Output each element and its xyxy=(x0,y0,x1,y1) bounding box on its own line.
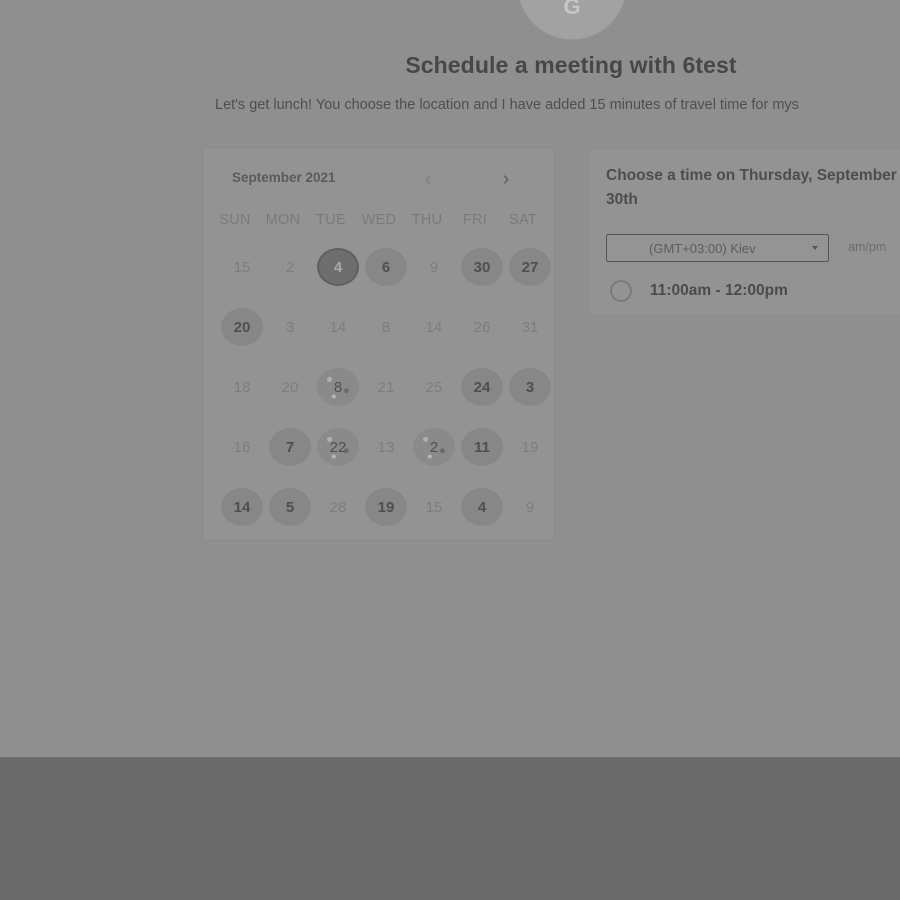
calendar-day: 26 xyxy=(473,318,491,336)
calendar-day[interactable]: 6 xyxy=(365,248,407,286)
calendar-day: 20 xyxy=(281,378,299,396)
weekday-header: SUN MON TUE WED THU FRI SAT xyxy=(211,212,547,228)
calendar-day: 2 xyxy=(285,258,295,276)
calendar-day[interactable]: 19 xyxy=(365,488,407,526)
time-format-toggle[interactable]: am/pm xyxy=(848,240,886,254)
calendar-day: 8 xyxy=(381,318,391,336)
calendar-day[interactable]: 11 xyxy=(461,428,503,466)
calendar-day[interactable]: 3 xyxy=(509,368,551,406)
time-panel-heading: Choose a time on Thursday, September 30t… xyxy=(606,167,897,208)
avatar-glyph: G xyxy=(563,0,581,19)
meeting-description: Let's get lunch! You choose the location… xyxy=(215,97,799,113)
chevron-left-icon[interactable]: ‹ xyxy=(416,169,440,191)
calendar-day: 28 xyxy=(329,498,347,516)
calendar-day: 16 xyxy=(233,438,251,456)
weekday-label: SUN xyxy=(219,212,251,228)
weekday-label: SAT xyxy=(508,212,538,228)
calendar-day: 15 xyxy=(425,498,443,516)
calendar-day: 3 xyxy=(285,318,295,336)
calendar-month-label: September 2021 xyxy=(232,170,336,185)
calendar-day[interactable]: 4 xyxy=(461,488,503,526)
calendar-day[interactable]: 5 xyxy=(269,488,311,526)
calendar-day: 18 xyxy=(233,378,251,396)
calendar-day: 14 xyxy=(329,318,347,336)
booking-page: G Schedule a meeting with 6test Let's ge… xyxy=(0,0,900,757)
calendar-day: 21 xyxy=(377,378,395,396)
weekday-label: WED xyxy=(361,212,397,228)
calendar-day: 19 xyxy=(521,438,539,456)
calendar-day: 13 xyxy=(377,438,395,456)
weekday-label: THU xyxy=(411,212,443,228)
calendar-day: 25 xyxy=(425,378,443,396)
weekday-label: TUE xyxy=(316,212,346,228)
calendar-day[interactable]: 20 xyxy=(221,308,263,346)
time-slot-radio[interactable] xyxy=(610,280,632,302)
calendar-day[interactable]: 2 xyxy=(413,428,455,466)
calendar-day: 14 xyxy=(425,318,443,336)
calendar-day[interactable]: 4 xyxy=(317,248,359,286)
time-selection-panel: Choose a time on Thursday, September 30t… xyxy=(589,150,900,314)
page-footer xyxy=(0,757,900,900)
page-title: Schedule a meeting with 6test xyxy=(405,52,737,78)
calendar-day: 9 xyxy=(429,258,439,276)
calendar-day[interactable]: 14 xyxy=(221,488,263,526)
calendar-day[interactable]: 27 xyxy=(509,248,551,286)
avatar: G xyxy=(517,0,627,40)
calendar-card: September 2021 ‹ › SUN MON TUE WED THU F… xyxy=(203,148,554,540)
time-slot-label[interactable]: 11:00am - 12:00pm xyxy=(650,282,788,300)
weekday-label: FRI xyxy=(462,212,488,228)
calendar-day[interactable]: 22 xyxy=(317,428,359,466)
calendar-day[interactable]: 8 xyxy=(317,368,359,406)
chevron-right-icon[interactable]: › xyxy=(494,169,518,191)
calendar-day[interactable]: 7 xyxy=(269,428,311,466)
calendar-day: 9 xyxy=(525,498,535,516)
weekday-label: MON xyxy=(265,212,301,228)
calendar-day[interactable]: 24 xyxy=(461,368,503,406)
timezone-select[interactable]: (GMT+03:00) Kiev xyxy=(606,234,829,262)
calendar-day: 31 xyxy=(521,318,539,336)
timezone-value: (GMT+03:00) Kiev xyxy=(649,241,756,256)
caret-down-icon xyxy=(812,246,818,250)
calendar-day[interactable]: 30 xyxy=(461,248,503,286)
calendar-day: 15 xyxy=(233,258,251,276)
